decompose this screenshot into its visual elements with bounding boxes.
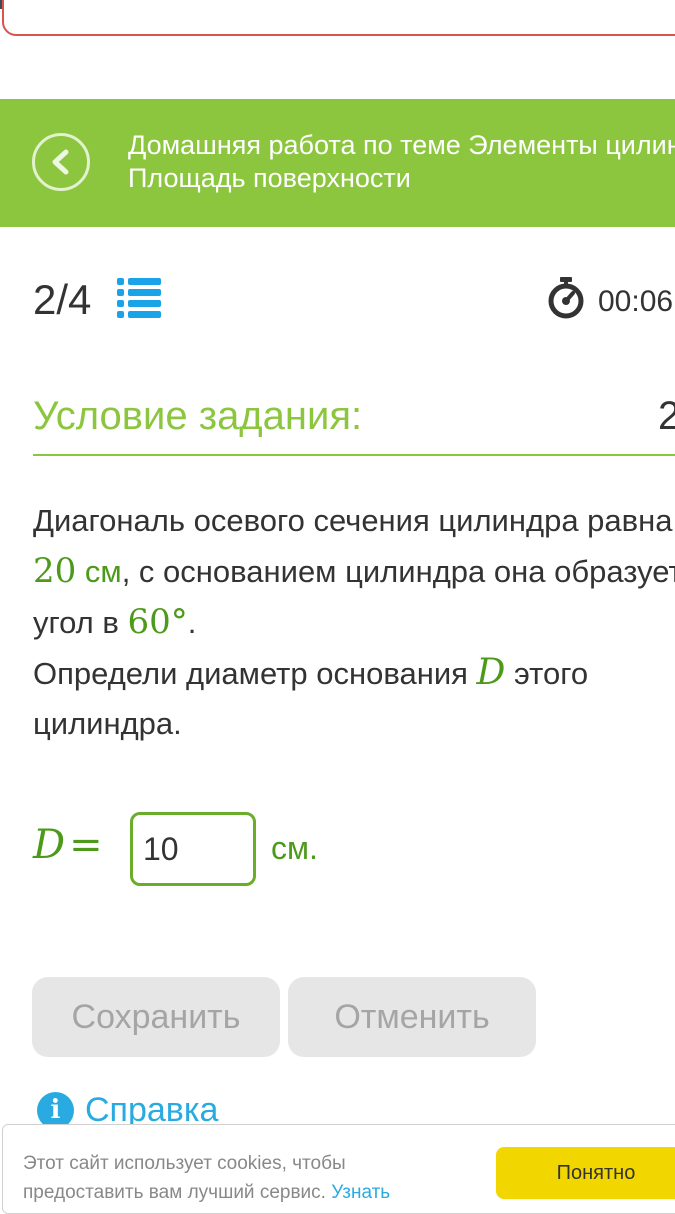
- cookie-accept-button[interactable]: Понятно: [496, 1147, 675, 1199]
- chevron-left-icon: [52, 149, 69, 175]
- task-points: 2: [658, 394, 675, 438]
- task-heading: Условие задания:: [33, 394, 363, 438]
- task-line-5: цилиндра.: [33, 706, 182, 741]
- timer-display: 00:06: [598, 285, 674, 318]
- answer-input[interactable]: [130, 812, 256, 886]
- lesson-header: Домашняя работа по теме Элементы цилиндр…: [0, 99, 675, 227]
- diagonal-unit: см: [84, 554, 122, 589]
- alert-box: [2, 0, 675, 36]
- angle-value: 60°: [127, 602, 188, 642]
- task-statement: Диагональ осевого сечения цилиндра равна…: [33, 496, 675, 749]
- lesson-title: Домашняя работа по теме Элементы цилиндр…: [128, 130, 675, 193]
- diagonal-value: 20: [33, 551, 77, 591]
- question-counter: 2/4: [33, 276, 92, 323]
- save-button[interactable]: Сохранить: [32, 977, 280, 1057]
- answer-unit: см.: [271, 830, 318, 866]
- task-line-4: Определи диаметр основания D этого: [33, 652, 589, 693]
- task-line-2: 20 см, с основанием цилиндра она образуе…: [33, 551, 675, 591]
- stopwatch-icon: [545, 276, 587, 325]
- math-variable: D: [476, 652, 506, 693]
- question-list-icon[interactable]: [115, 276, 163, 325]
- answer-label: D =: [33, 822, 103, 868]
- cookie-banner: Этот сайт использует cookies, чтобы пред…: [2, 1124, 675, 1214]
- task-line-1: Диагональ осевого сечения цилиндра равна: [33, 503, 673, 538]
- heading-divider: [33, 454, 675, 456]
- task-line-3: угол в 60°.: [33, 602, 197, 642]
- cancel-button[interactable]: Отменить: [288, 977, 536, 1057]
- back-button[interactable]: [32, 133, 90, 191]
- cookie-text: Этот сайт использует cookies, чтобы пред…: [23, 1153, 391, 1203]
